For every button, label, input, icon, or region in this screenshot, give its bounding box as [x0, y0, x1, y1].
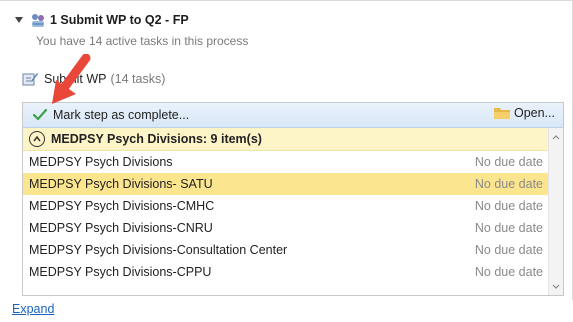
scroll-up-icon[interactable] — [549, 130, 563, 144]
task-due-date: No due date — [474, 221, 543, 235]
expand-link[interactable]: Expand — [12, 302, 54, 316]
task-due-date: No due date — [474, 177, 543, 191]
table-row[interactable]: MEDPSY Psych Divisions-CPPU No due date — [23, 261, 549, 283]
task-list: MEDPSY Psych Divisions No due date MEDPS… — [23, 151, 549, 283]
task-toolbar: Mark step as complete... Open... — [23, 103, 563, 128]
task-due-date: No due date — [474, 265, 543, 279]
task-due-date: No due date — [474, 155, 543, 169]
step-edit-icon — [22, 71, 38, 87]
process-subtitle: You have 14 active tasks in this process — [36, 34, 249, 48]
table-row-selected[interactable]: MEDPSY Psych Divisions- SATU No due date — [23, 173, 549, 195]
vertical-scrollbar[interactable] — [548, 128, 563, 295]
mark-complete-label: Mark step as complete... — [53, 108, 190, 122]
task-name: MEDPSY Psych Divisions-CPPU — [29, 265, 212, 279]
table-row[interactable]: MEDPSY Psych Divisions-CMHC No due date — [23, 195, 549, 217]
task-name: MEDPSY Psych Divisions-Consultation Cent… — [29, 243, 288, 257]
workflow-people-icon — [30, 12, 46, 28]
process-title: 1 Submit WP to Q2 - FP — [50, 13, 189, 27]
process-header[interactable]: 1 Submit WP to Q2 - FP — [14, 12, 189, 28]
task-due-date: No due date — [474, 199, 543, 213]
task-name: MEDPSY Psych Divisions-CMHC — [29, 199, 215, 213]
open-button[interactable]: Open... — [494, 106, 555, 120]
checkmark-icon — [32, 108, 48, 122]
step-count: (14 tasks) — [110, 72, 166, 86]
group-title: MEDPSY Psych Divisions: 9 item(s) — [51, 132, 262, 146]
red-arrow-icon — [52, 54, 91, 104]
table-row[interactable]: MEDPSY Psych Divisions-CNRU No due date — [23, 217, 549, 239]
task-panel: Mark step as complete... Open... MEDPSY … — [22, 102, 564, 296]
table-row[interactable]: MEDPSY Psych Divisions-Consultation Cent… — [23, 239, 549, 261]
scroll-down-icon[interactable] — [549, 279, 563, 293]
task-due-date: No due date — [474, 243, 543, 257]
frame-top-border — [0, 0, 573, 1]
open-label: Open... — [514, 106, 555, 120]
chevron-up-circle-icon[interactable] — [29, 131, 45, 147]
group-header[interactable]: MEDPSY Psych Divisions: 9 item(s) — [23, 128, 549, 151]
triangle-down-icon[interactable] — [14, 15, 24, 25]
folder-icon — [494, 106, 510, 120]
task-name: MEDPSY Psych Divisions-CNRU — [29, 221, 213, 235]
table-row[interactable]: MEDPSY Psych Divisions No due date — [23, 151, 549, 173]
task-name: MEDPSY Psych Divisions- SATU — [29, 177, 213, 191]
task-name: MEDPSY Psych Divisions — [29, 155, 173, 169]
